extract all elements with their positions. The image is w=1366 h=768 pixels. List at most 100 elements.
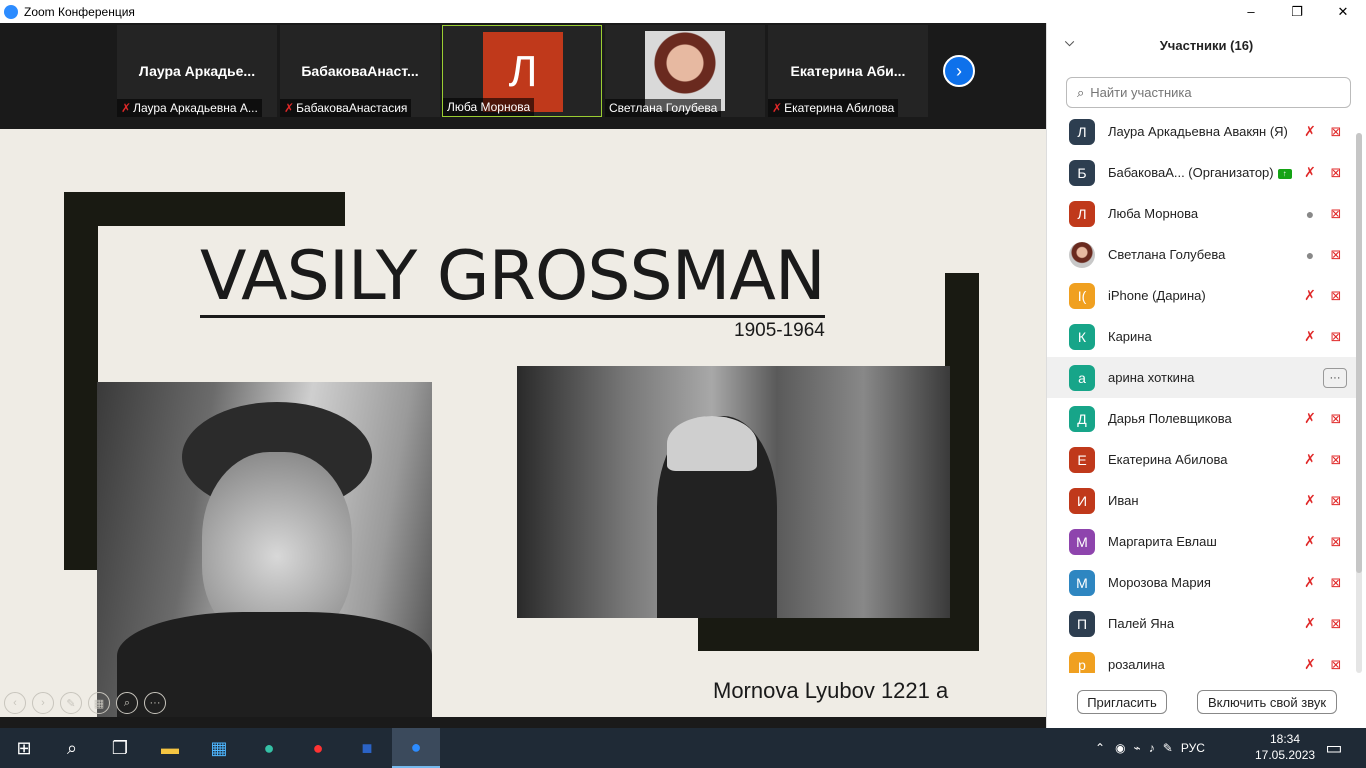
title-bar: Zoom Конференция – ❐ ✕ [0, 0, 1366, 23]
mic-muted-icon: ✗ [1304, 287, 1316, 303]
participant-row[interactable]: М Маргарита Евлаш ✗ ⊠ [1047, 521, 1357, 562]
mic-muted-icon: ✗ [1304, 656, 1316, 672]
video-off-icon: ⊠ [1330, 410, 1342, 426]
video-off-icon: ⊠ [1330, 615, 1342, 631]
tile-label: Люба Морнова [443, 98, 535, 116]
next-page-button[interactable]: › [943, 55, 975, 87]
task-view-icon[interactable]: ❐ [96, 728, 144, 768]
close-button[interactable]: ✕ [1320, 0, 1366, 23]
avatar: К [1069, 323, 1095, 350]
more-options-button[interactable]: ··· [1323, 367, 1347, 388]
store-icon[interactable]: ▦ [195, 728, 243, 768]
participant-row[interactable]: П Палей Яна ✗ ⊠ [1047, 603, 1357, 644]
more-icon[interactable]: ··· [144, 692, 166, 714]
participant-row[interactable]: Б БабаковаА... (Организатор) ↑ ✗ ⊠ [1047, 152, 1357, 193]
participant-row[interactable]: К Карина ✗ ⊠ [1047, 316, 1357, 357]
participant-name: Люба Морнова [1108, 206, 1199, 221]
slideshow-controls: ‹ › ✎ ▦ ⌕ ··· [4, 692, 166, 714]
video-off-icon: ⊠ [1330, 328, 1342, 344]
participant-row[interactable]: р розалина ✗ ⊠ [1047, 644, 1357, 673]
participant-row[interactable]: Л Лаура Аркадьевна Авакян (Я) ✗ ⊠ [1047, 111, 1357, 152]
video-tile[interactable]: БабаковаАнаст... ✗ БабаковаАнастасия [280, 25, 440, 117]
participant-row[interactable]: а арина хоткина ··· [1047, 357, 1357, 398]
participant-name: Палей Яна [1108, 616, 1175, 631]
participant-row[interactable]: Л Люба Морнова ● ⊠ [1047, 193, 1357, 234]
avatar: а [1069, 364, 1095, 391]
participant-name: БабаковаА... (Организатор) ↑ [1108, 165, 1292, 180]
avatar: Б [1069, 159, 1095, 186]
file-explorer-icon[interactable]: ▬ [146, 728, 194, 768]
panel-title: Участники (16) [1159, 37, 1254, 53]
participant-name: Маргарита Евлаш [1108, 534, 1217, 549]
mic-muted-icon: ✗ [772, 101, 783, 115]
scrollbar[interactable] [1356, 133, 1362, 673]
participant-list: Л Лаура Аркадьевна Авакян (Я) ✗ ⊠ Б БабаковаА… [1047, 111, 1357, 673]
participant-row[interactable]: Е Екатерина Абилова ✗ ⊠ [1047, 439, 1357, 480]
meeting-controls-bar [0, 717, 1046, 728]
unmute-button[interactable]: Включить свой звук [1197, 690, 1337, 714]
invite-button[interactable]: Пригласить [1077, 690, 1167, 714]
participant-row[interactable]: И Иван ✗ ⊠ [1047, 480, 1357, 521]
video-tile[interactable]: Лаура Аркадье... ✗ Лаура Аркадьевна А... [117, 25, 277, 117]
word-icon[interactable]: ■ [343, 728, 391, 768]
search-icon[interactable]: ⌕ [48, 728, 96, 768]
clock[interactable]: 18:34 17.05.2023 [1255, 731, 1315, 763]
pen-tray-icon[interactable]: ✎ [1163, 741, 1173, 755]
zoom-icon[interactable]: ⌕ [116, 692, 138, 714]
mic-muted-icon: ✗ [1304, 328, 1316, 344]
mic-muted-icon: ✗ [1304, 492, 1316, 508]
screen-share-badge-icon: ↑ [1277, 168, 1292, 179]
taskbar: ⊞ ⌕ ❐ ▬ ▦ ● ● ■ ● ⌃ ◉ ⌁ ♪ ✎ РУС 18:34 17… [0, 728, 1366, 768]
war-photo [517, 366, 950, 618]
prev-slide-icon[interactable]: ‹ [4, 692, 26, 714]
language-indicator[interactable]: РУС [1181, 741, 1205, 755]
chevron-up-icon[interactable]: ⌃ [1095, 741, 1105, 755]
video-off-icon: ⊠ [1330, 492, 1342, 508]
avatar: Е [1069, 446, 1095, 473]
volume-icon[interactable]: ♪ [1149, 741, 1155, 755]
video-strip: Лаура Аркадье... ✗ Лаура Аркадьевна А... … [0, 23, 1046, 129]
participants-panel: ⌵ Участники (16) ⌕ Л Лаура Аркадьевна Ава… [1046, 23, 1366, 728]
participant-row[interactable]: I(iPhone (Дарина) ✗ ⊠ [1047, 275, 1357, 316]
slides-icon[interactable]: ▦ [88, 692, 110, 714]
participant-row[interactable]: Д Дарья Полевщикова ✗ ⊠ [1047, 398, 1357, 439]
search-box[interactable]: ⌕ [1066, 77, 1351, 108]
slide-title: VASILY GROSSMAN [200, 237, 826, 318]
tile-label: ✗ Екатерина Абилова [768, 99, 899, 117]
camera-icon[interactable]: ◉ [1115, 741, 1125, 755]
search-input[interactable] [1090, 85, 1331, 100]
participant-row[interactable]: Светлана Голубева ● ⊠ [1047, 234, 1357, 275]
next-slide-icon[interactable]: › [32, 692, 54, 714]
video-off-icon: ⊠ [1330, 533, 1342, 549]
clock-date: 17.05.2023 [1255, 748, 1316, 762]
video-tile[interactable]: Светлана Голубева [605, 25, 765, 117]
pen-icon[interactable]: ✎ [60, 692, 82, 714]
network-icon[interactable]: ⌁ [1134, 741, 1141, 755]
avatar: М [1069, 528, 1095, 555]
windows-start-icon[interactable]: ⊞ [0, 728, 48, 768]
maximize-button[interactable]: ❐ [1274, 0, 1320, 23]
slide-years: 1905-1964 [734, 320, 825, 341]
shared-screen: VASILY GROSSMAN 1905-1964 Mornova Lyubov… [0, 129, 1046, 717]
edge-icon[interactable]: ● [245, 728, 293, 768]
mic-muted-icon: ✗ [1304, 533, 1316, 549]
portrait-photo [97, 382, 432, 717]
participant-row[interactable]: М Морозова Мария ✗ ⊠ [1047, 562, 1357, 603]
participant-name: Карина [1108, 329, 1152, 344]
mic-icon: ● [1305, 205, 1315, 222]
participant-name: Иван [1108, 493, 1139, 508]
video-tile-active-speaker[interactable]: Л Люба Морнова [442, 25, 602, 117]
zoom-taskbar-icon[interactable]: ● [392, 728, 440, 768]
notifications-icon[interactable]: ▭ [1310, 728, 1358, 768]
participant-name: Екатерина Абилова [1108, 452, 1228, 467]
yandex-browser-icon[interactable]: ● [294, 728, 342, 768]
video-tile[interactable]: Екатерина Аби... ✗ Екатерина Абилова [768, 25, 928, 117]
minimize-button[interactable]: – [1228, 0, 1274, 23]
tile-name: Лаура Аркадье... [138, 63, 256, 79]
chevron-down-icon[interactable]: ⌵ [1065, 35, 1074, 50]
decor-bar [64, 192, 345, 226]
mic-muted-icon: ✗ [1304, 451, 1316, 467]
mic-muted-icon: ✗ [1304, 164, 1316, 180]
avatar: Л [1069, 200, 1095, 227]
tile-label: ✗ Лаура Аркадьевна А... [117, 99, 262, 117]
